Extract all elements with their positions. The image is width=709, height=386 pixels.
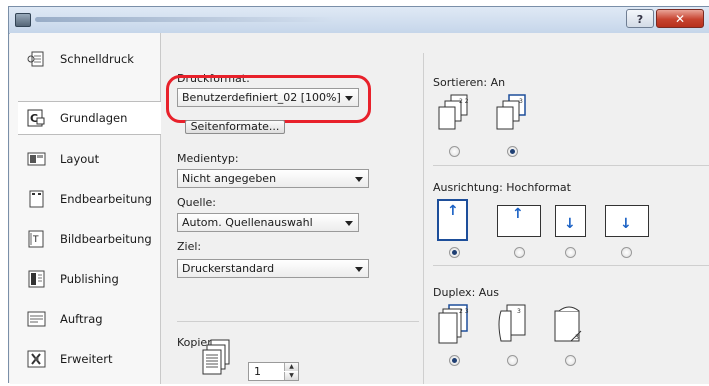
orientation-portrait-rotated-option[interactable]: ↓ <box>555 205 586 237</box>
arrow-up-icon: ↑ <box>512 206 524 222</box>
copies-icon <box>201 339 231 383</box>
arrow-down-icon: ↓ <box>564 216 576 232</box>
quick-print-icon <box>26 49 48 69</box>
main-panel: Druckformat: Benutzerdefiniert_02 [100%]… <box>161 33 709 384</box>
job-icon <box>26 309 48 329</box>
svg-text:2 2: 2 2 <box>459 98 469 105</box>
svg-text:3: 3 <box>519 98 523 105</box>
sortieren-off-radio[interactable] <box>449 146 460 157</box>
sidebar-item-bildbearbeitung[interactable]: T Bildbearbeitung <box>18 223 158 255</box>
sidebar-item-endbearbeitung[interactable]: Endbearbeitung <box>18 183 158 215</box>
sidebar-item-label: Schnelldruck <box>60 52 134 66</box>
ausrichtung-label: Ausrichtung: Hochformat <box>433 181 571 194</box>
duplex-short-edge-icon[interactable]: 3 <box>549 303 587 347</box>
window-title-blurred <box>35 17 335 22</box>
duplex-short-edge-radio[interactable] <box>565 355 576 366</box>
print-settings-window: ? ✕ Schnelldruck C Grundlagen Layout End… <box>8 6 709 384</box>
divider <box>433 265 709 266</box>
svg-text:3: 3 <box>517 308 521 315</box>
sidebar-item-label: Bildbearbeitung <box>60 232 152 246</box>
collated-icon[interactable]: 3 <box>493 93 533 133</box>
svg-text:2 3: 2 3 <box>459 308 469 315</box>
ziel-value: Druckerstandard <box>182 262 275 275</box>
sidebar-item-erweitert[interactable]: Erweitert <box>18 343 158 375</box>
quelle-value: Autom. Quellenauswahl <box>182 216 313 229</box>
highlight-annotation <box>166 75 371 123</box>
advanced-icon <box>26 349 48 369</box>
svg-text:3: 3 <box>575 334 579 341</box>
duplex-off-icon[interactable]: 2 3 <box>437 303 473 347</box>
orientation-landscape-option[interactable]: ↑ <box>497 205 541 237</box>
kopien-value: 1 <box>254 365 261 378</box>
sidebar-item-label: Layout <box>60 152 100 166</box>
medientyp-value: Nicht angegeben <box>182 172 277 185</box>
chevron-down-icon <box>345 221 353 226</box>
sortieren-label: Sortieren: An <box>433 76 506 89</box>
sidebar-item-grundlagen[interactable]: C Grundlagen <box>18 101 164 135</box>
svg-text:T: T <box>32 235 39 245</box>
title-bar: ? ✕ <box>9 7 709 34</box>
help-button[interactable]: ? <box>626 9 654 28</box>
duplex-label: Duplex: Aus <box>433 286 499 299</box>
finishing-icon <box>26 189 48 209</box>
duplex-off-radio[interactable] <box>449 355 460 366</box>
orientation-portrait-radio[interactable] <box>449 247 460 258</box>
stepper-down-icon[interactable]: ▼ <box>284 372 298 380</box>
sidebar-item-label: Publishing <box>60 272 119 286</box>
printer-icon <box>15 13 31 27</box>
image-icon: T <box>26 229 48 249</box>
orientation-portrait-option[interactable]: ↑ <box>437 199 468 241</box>
sidebar-item-schnelldruck[interactable]: Schnelldruck <box>18 43 158 75</box>
orientation-landscape-rotated-option[interactable]: ↓ <box>605 205 649 237</box>
divider <box>433 165 709 166</box>
sidebar-item-publishing[interactable]: Publishing <box>18 263 158 295</box>
sidebar-item-label: Endbearbeitung <box>60 192 152 206</box>
seitenformate-button[interactable]: Seitenformate... <box>185 120 285 134</box>
sidebar-item-auftrag[interactable]: Auftrag <box>18 303 158 335</box>
chevron-down-icon <box>355 267 363 272</box>
arrow-down-icon: ↓ <box>620 216 632 232</box>
orientation-landscape-rotated-radio[interactable] <box>621 247 632 258</box>
stepper-up-icon[interactable]: ▲ <box>284 363 298 371</box>
sidebar-item-label: Auftrag <box>60 312 103 326</box>
ziel-label: Ziel: <box>177 240 202 253</box>
duplex-long-edge-radio[interactable] <box>507 355 518 366</box>
layout-icon <box>26 149 48 169</box>
chevron-down-icon <box>355 177 363 182</box>
arrow-up-icon: ↑ <box>447 203 459 219</box>
sidebar-item-label: Grundlagen <box>60 111 128 125</box>
sidebar: Schnelldruck C Grundlagen Layout Endbear… <box>10 33 164 384</box>
kopien-stepper[interactable]: 1 ▲ ▼ <box>248 362 299 381</box>
medientyp-label: Medientyp: <box>177 152 239 165</box>
close-button[interactable]: ✕ <box>656 9 704 28</box>
duplex-long-edge-icon[interactable]: 3 <box>495 303 531 347</box>
sidebar-item-label: Erweitert <box>60 352 113 366</box>
quelle-label: Quelle: <box>177 196 216 209</box>
orientation-portrait-rotated-radio[interactable] <box>565 247 576 258</box>
uncollated-icon[interactable]: 2 2 <box>437 93 473 133</box>
publishing-icon <box>26 269 48 289</box>
quelle-dropdown[interactable]: Autom. Quellenauswahl <box>177 213 359 232</box>
sortieren-on-radio[interactable] <box>507 146 518 157</box>
sidebar-item-layout[interactable]: Layout <box>18 143 158 175</box>
basics-icon: C <box>26 108 48 128</box>
column-divider <box>423 53 424 384</box>
medientyp-dropdown[interactable]: Nicht angegeben <box>177 169 369 188</box>
orientation-landscape-radio[interactable] <box>514 247 525 258</box>
divider <box>177 321 419 322</box>
ziel-dropdown[interactable]: Druckerstandard <box>177 259 369 278</box>
